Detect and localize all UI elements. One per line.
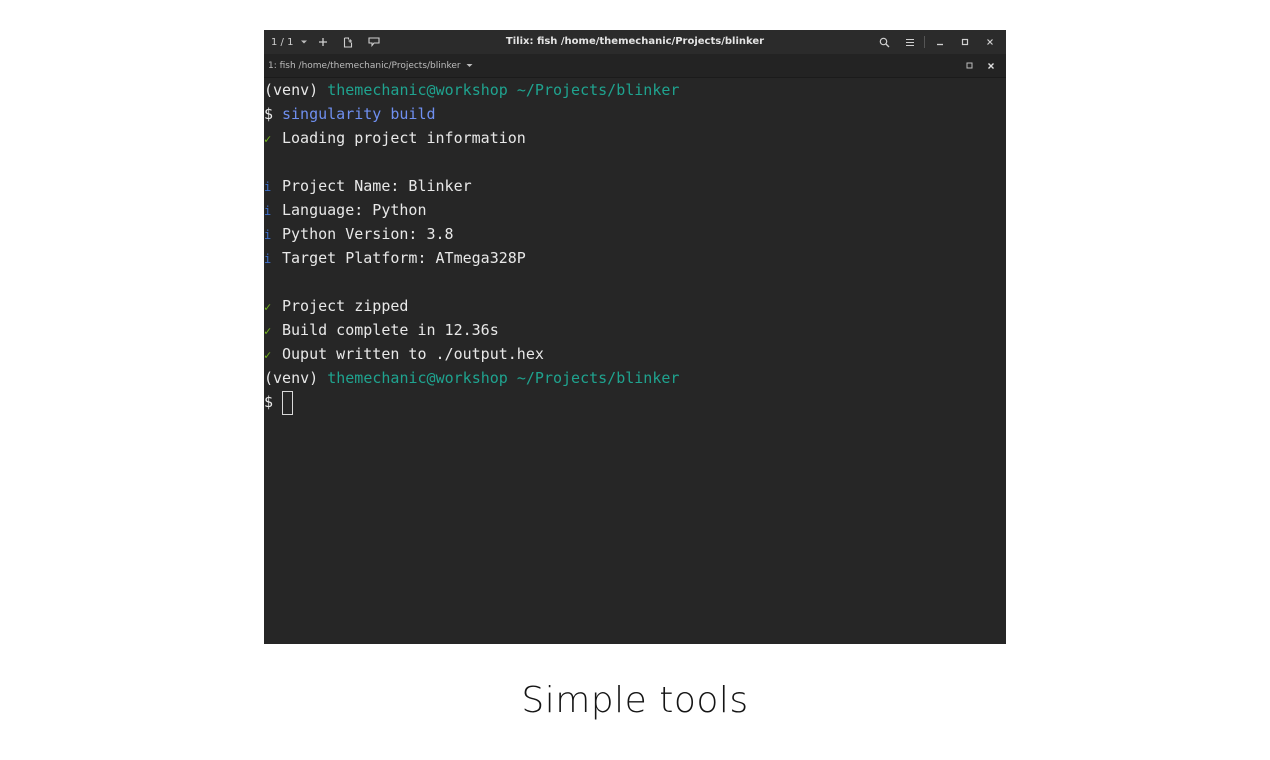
output-text: Loading project information [282, 129, 526, 147]
output-line: ✓ Build complete in 12.36s [264, 318, 499, 342]
info-icon: i [264, 228, 272, 242]
terminal-tab-controls [958, 54, 1002, 77]
sync-input-icon[interactable] [361, 30, 387, 54]
venv-label: (venv) [264, 81, 319, 99]
add-right-icon[interactable] [335, 30, 361, 54]
prompt-user-host: themechanic@workshop [327, 369, 508, 387]
plus-icon[interactable] [311, 30, 335, 54]
maximize-icon[interactable] [958, 54, 980, 77]
output-text: Language: Python [282, 201, 427, 219]
slide-caption: Simple tools [521, 680, 749, 721]
terminal-output[interactable]: (venv) themechanic@workshop ~/Projects/b… [264, 78, 1006, 644]
minimize-icon[interactable] [927, 30, 952, 54]
close-icon[interactable] [980, 54, 1002, 77]
session-counter[interactable]: 1 / 1 [271, 30, 297, 54]
output-text: Project zipped [282, 297, 409, 315]
venv-label: (venv) [264, 369, 319, 387]
info-icon: i [264, 252, 272, 266]
output-line: i Target Platform: ATmega328P [264, 246, 526, 270]
output-line: i Language: Python [264, 198, 427, 222]
title-bar-left-controls: 1 / 1 [264, 30, 387, 54]
success-check-icon: ✓ [264, 348, 272, 362]
close-icon[interactable] [977, 30, 1002, 54]
title-bar-separator [924, 36, 925, 48]
terminal-window: 1 / 1 Tilix: fish /home/themechanic/Proj… [264, 30, 1006, 644]
terminal-tab-bar: 1: fish /home/themechanic/Projects/blink… [264, 54, 1006, 78]
prompt-dollar: $ [264, 105, 274, 123]
text-cursor [282, 390, 293, 415]
prompt-dollar: $ [264, 393, 274, 411]
title-bar: 1 / 1 Tilix: fish /home/themechanic/Proj… [264, 30, 1006, 54]
output-text: Build complete in 12.36s [282, 321, 499, 339]
chevron-down-icon[interactable] [466, 63, 473, 68]
info-icon: i [264, 180, 272, 194]
input-line[interactable]: $ [264, 390, 293, 415]
prompt-path: ~/Projects/blinker [516, 369, 680, 387]
output-text: Target Platform: ATmega328P [282, 249, 526, 267]
maximize-icon[interactable] [952, 30, 977, 54]
search-icon[interactable] [872, 30, 897, 54]
chevron-down-icon[interactable] [297, 30, 311, 54]
success-check-icon: ✓ [264, 300, 272, 314]
prompt-path: ~/Projects/blinker [516, 81, 680, 99]
slide: 1 / 1 Tilix: fish /home/themechanic/Proj… [0, 0, 1270, 760]
output-line: i Project Name: Blinker [264, 174, 472, 198]
info-icon: i [264, 204, 272, 218]
prompt-line: (venv) themechanic@workshop ~/Projects/b… [264, 366, 679, 390]
terminal-tab-label: 1: fish /home/themechanic/Projects/blink… [268, 60, 461, 71]
terminal-tab[interactable]: 1: fish /home/themechanic/Projects/blink… [264, 61, 473, 71]
output-line: i Python Version: 3.8 [264, 222, 454, 246]
hamburger-menu-icon[interactable] [897, 30, 922, 54]
title-bar-right-controls [872, 30, 1002, 54]
output-line: ✓ Project zipped [264, 294, 408, 318]
output-line: ✓ Ouput written to ./output.hex [264, 342, 544, 366]
success-check-icon: ✓ [264, 132, 272, 146]
command-line: $ singularity build [264, 102, 436, 126]
success-check-icon: ✓ [264, 324, 272, 338]
output-line: ✓ Loading project information [264, 126, 526, 150]
command-text: singularity build [282, 105, 436, 123]
prompt-user-host: themechanic@workshop [327, 81, 508, 99]
output-text: Project Name: Blinker [282, 177, 472, 195]
output-text: Python Version: 3.8 [282, 225, 454, 243]
prompt-line: (venv) themechanic@workshop ~/Projects/b… [264, 78, 679, 102]
output-text: Ouput written to ./output.hex [282, 345, 544, 363]
